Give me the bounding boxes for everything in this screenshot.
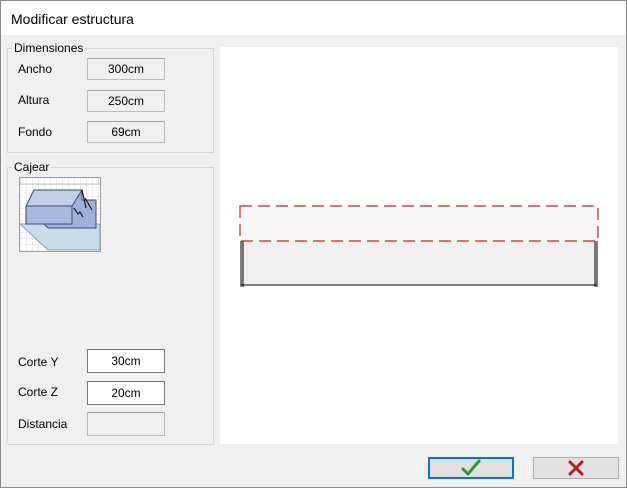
- distancia-label: Distancia: [18, 417, 68, 431]
- structure-preview-canvas[interactable]: [220, 47, 618, 444]
- corte-y-input[interactable]: 30cm: [87, 349, 165, 373]
- altura-label: Altura: [18, 93, 50, 107]
- cajear-illustration-icon: [20, 178, 100, 251]
- ancho-field: 300cm: [87, 58, 165, 80]
- altura-field: 250cm: [87, 90, 165, 112]
- cajear-legend: Cajear: [12, 160, 52, 174]
- dialog-window: Modificar estructura Dimensiones Ancho 3…: [0, 0, 627, 488]
- structure-body: [240, 238, 598, 286]
- cajear-preview-thumbnail[interactable]: [19, 177, 101, 252]
- structure-drawing: [239, 205, 599, 287]
- dimensions-legend: Dimensiones: [12, 41, 86, 55]
- cajear-cut-outline: [239, 205, 599, 242]
- checkmark-icon: [461, 459, 481, 476]
- window-title: Modificar estructura: [11, 11, 134, 27]
- corte-z-label: Corte Z: [18, 385, 59, 399]
- ancho-label: Ancho: [18, 62, 53, 76]
- x-icon: [568, 460, 584, 476]
- fondo-label: Fondo: [18, 125, 53, 139]
- corte-z-input[interactable]: 20cm: [87, 381, 165, 405]
- cancel-button[interactable]: [533, 457, 619, 479]
- distancia-field: [87, 412, 165, 436]
- fondo-field: 69cm: [87, 121, 165, 143]
- title-bar: Modificar estructura: [1, 1, 626, 35]
- ok-button[interactable]: [428, 457, 514, 479]
- corte-y-label: Corte Y: [18, 355, 59, 369]
